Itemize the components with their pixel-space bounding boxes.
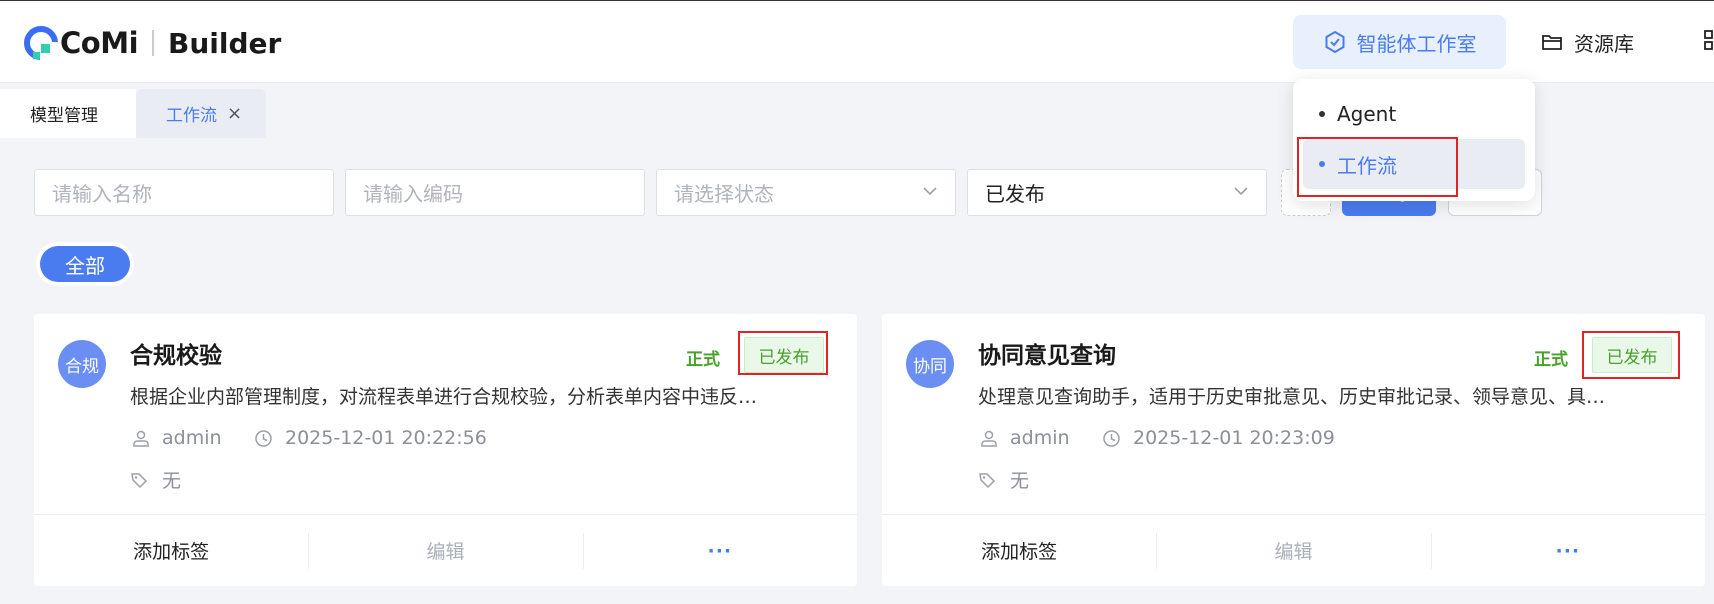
tab-model-management[interactable]: 模型管理	[0, 89, 136, 138]
card-actions: 添加标签 编辑 ···	[882, 514, 1705, 586]
bullet-icon	[1319, 111, 1325, 117]
card-title: 协同意见查询	[978, 343, 1116, 369]
clock-icon	[1103, 429, 1120, 447]
add-tag-label: 添加标签	[981, 541, 1058, 563]
logo[interactable]: CoMi Builder	[24, 23, 281, 63]
avatar: 协同	[906, 340, 954, 388]
name-input-placeholder: 请输入名称	[52, 182, 152, 206]
author-meta: admin	[980, 427, 1070, 449]
card-actions: 添加标签 编辑 ···	[34, 514, 857, 586]
time-meta: 2025-12-01 20:22:56	[254, 427, 487, 449]
tags-value: 无	[1010, 470, 1030, 492]
author-name: admin	[1010, 427, 1070, 449]
avatar-text: 合规	[65, 356, 99, 377]
avatar-text: 协同	[913, 356, 947, 377]
card-description: 根据企业内部管理制度，对流程表单进行合规校验，分析表单内容中违反…	[130, 386, 758, 408]
tab-workflow-label: 工作流	[166, 106, 217, 126]
tags-meta: 无	[130, 466, 181, 493]
apps-icon[interactable]	[1704, 29, 1714, 51]
nav-agent-studio-label: 智能体工作室	[1356, 31, 1477, 56]
chevron-down-icon	[1234, 187, 1248, 196]
edit-button[interactable]: 编辑	[308, 515, 582, 586]
env-badge: 正式	[1534, 350, 1568, 370]
more-label: ···	[707, 539, 733, 562]
tab-workflow[interactable]: 工作流 ×	[136, 89, 266, 138]
more-label: ···	[1555, 539, 1581, 562]
card-description: 处理意见查询助手，适用于历史审批意见、历史审批记录、领导意见、具…	[978, 386, 1606, 408]
highlight-box	[1582, 331, 1680, 379]
chevron-down-icon	[923, 187, 937, 196]
add-tag-button[interactable]: 添加标签	[882, 515, 1156, 586]
author-name: admin	[162, 427, 222, 449]
logo-text: CoMi	[60, 26, 139, 60]
top-header: CoMi Builder 智能体工作室 资源库	[0, 0, 1714, 83]
edit-button[interactable]: 编辑	[1156, 515, 1430, 586]
timestamp: 2025-12-01 20:23:09	[1133, 427, 1335, 449]
time-meta: 2025-12-01 20:23:09	[1102, 427, 1335, 449]
tags-meta: 无	[978, 466, 1029, 493]
nav-resource-library[interactable]: 资源库	[1540, 15, 1634, 69]
menu-item-agent-label: Agent	[1337, 102, 1397, 126]
logo-subtitle: Builder	[168, 26, 282, 60]
publish-status-value: 已发布	[985, 182, 1045, 206]
user-icon	[133, 430, 149, 447]
timestamp: 2025-12-01 20:22:56	[285, 427, 487, 449]
env-badge: 正式	[686, 350, 720, 370]
code-input-placeholder: 请输入编码	[363, 182, 463, 206]
code-input[interactable]: 请输入编码	[345, 169, 645, 216]
author-meta: admin	[132, 427, 222, 449]
name-input[interactable]: 请输入名称	[34, 169, 334, 216]
add-tag-label: 添加标签	[133, 541, 210, 563]
comi-logo-icon	[24, 26, 58, 60]
nav-agent-studio[interactable]: 智能体工作室	[1293, 15, 1506, 69]
agent-studio-icon	[1325, 30, 1344, 54]
publish-status-select[interactable]: 已发布	[967, 169, 1267, 216]
nav-resource-library-label: 资源库	[1574, 31, 1634, 56]
status-select-placeholder: 请选择状态	[674, 182, 774, 206]
category-chip-container: 全部	[36, 242, 134, 286]
folder-icon	[1542, 35, 1562, 50]
card-title: 合规校验	[130, 343, 222, 369]
logo-divider	[152, 30, 155, 56]
tags-value: 无	[162, 470, 182, 492]
highlight-box	[1297, 137, 1458, 197]
highlight-box	[738, 331, 828, 375]
category-chip-all[interactable]: 全部	[40, 246, 130, 282]
tab-model-management-label: 模型管理	[30, 106, 98, 126]
close-icon[interactable]: ×	[227, 103, 242, 124]
edit-label: 编辑	[426, 541, 465, 563]
tag-icon	[131, 472, 148, 488]
clock-icon	[255, 429, 272, 447]
edit-label: 编辑	[1274, 541, 1313, 563]
add-tag-button[interactable]: 添加标签	[34, 515, 308, 586]
category-chip-label: 全部	[65, 253, 105, 278]
status-select[interactable]: 请选择状态	[656, 169, 956, 216]
tag-icon	[979, 472, 996, 488]
avatar: 合规	[58, 340, 106, 388]
workflow-card[interactable]: 合规 合规校验 正式 已发布 根据企业内部管理制度，对流程表单进行合规校验，分析…	[34, 314, 857, 586]
more-icon[interactable]: ···	[582, 515, 857, 586]
menu-item-agent[interactable]: Agent	[1303, 89, 1525, 139]
user-icon	[981, 430, 997, 447]
more-icon[interactable]: ···	[1430, 515, 1705, 586]
